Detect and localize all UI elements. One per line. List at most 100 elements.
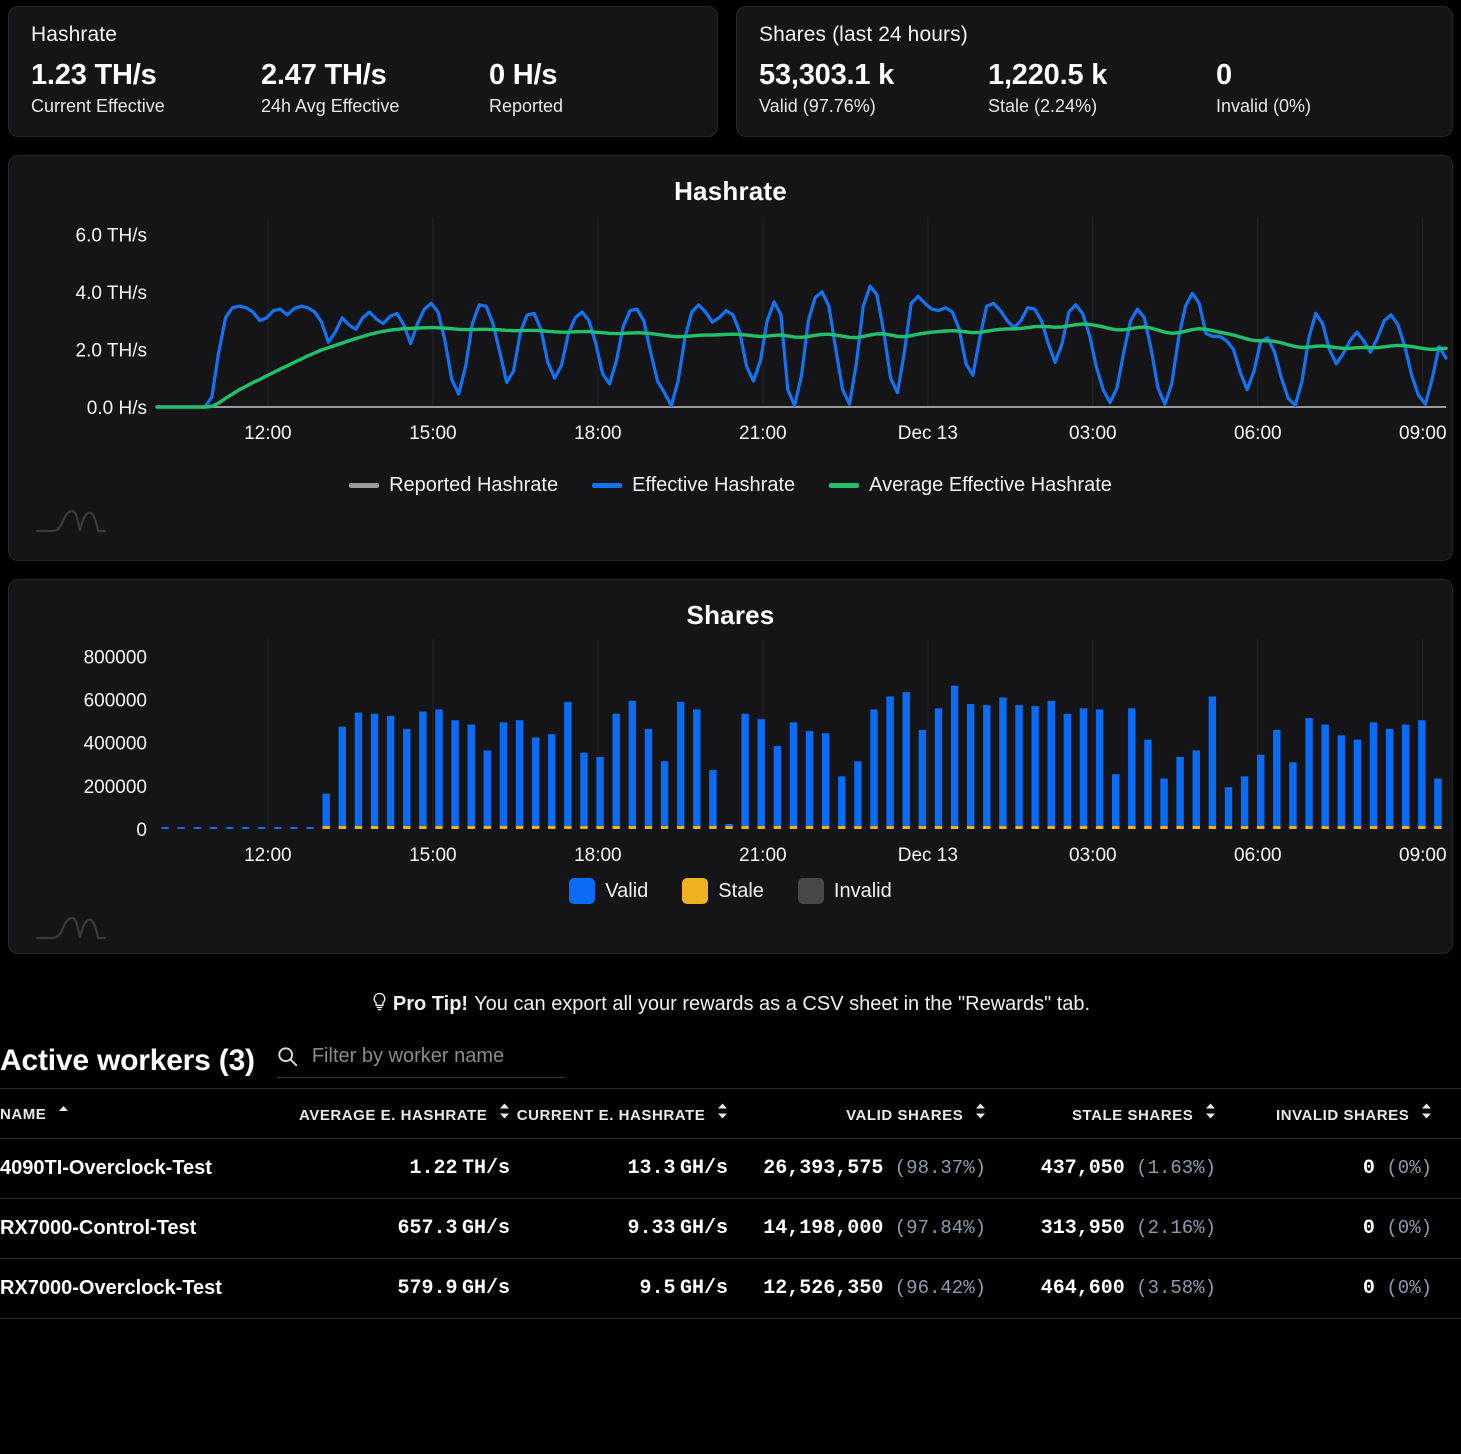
unit: GH/s — [461, 1277, 510, 1301]
svg-text:21:00: 21:00 — [739, 845, 787, 866]
stat-value: 0 — [1216, 59, 1232, 91]
legend-item-stale[interactable]: Stale — [682, 878, 764, 905]
cell-valid-shares: 26,393,575 (98.37%) — [728, 1138, 986, 1200]
percent: (0%) — [1386, 1277, 1432, 1300]
percent: (3.58%) — [1136, 1277, 1216, 1300]
legend-line-icon — [829, 483, 860, 489]
cell-invalid-shares: 0 (0%) — [1216, 1198, 1432, 1260]
column-label: NAME — [0, 1105, 47, 1123]
legend-item-valid[interactable]: Valid — [569, 878, 649, 905]
page-title: Active workers (3) — [0, 1044, 255, 1078]
shares-chart-area[interactable]: 0 200000 400000 600000 800000 12:00 15:00 18:00… — [9, 631, 1452, 876]
value: 9.33 — [627, 1217, 676, 1241]
percent: (96.42%) — [894, 1277, 986, 1300]
column-header-name[interactable]: NAME — [0, 1088, 282, 1140]
legend-line-icon — [592, 483, 623, 489]
stat-value: 0 H/s — [489, 59, 558, 91]
cell-last-seen: 7 — [1432, 1258, 1461, 1320]
svg-text:2.0 TH/s: 2.0 TH/s — [76, 341, 147, 362]
column-label: VALID SHARES — [846, 1107, 964, 1125]
value: 12,526,350 — [763, 1277, 884, 1301]
stat-label: Valid (97.76%) — [759, 96, 876, 117]
table-header: NAME AVERAGE E. HASHRATE CURRENT E. HASH… — [0, 1088, 1461, 1140]
cell-invalid-shares: 0 (0%) — [1216, 1138, 1432, 1200]
unit: GH/s — [679, 1217, 728, 1241]
summary-cards-row: Hashrate 1.23 TH/s Current Effective 2.4… — [0, 0, 1461, 138]
percent: (0%) — [1386, 1217, 1432, 1240]
value: 437,050 — [1040, 1157, 1125, 1181]
cell-current-hashrate: 9.5 GH/s — [510, 1258, 728, 1320]
table-row[interactable]: 4090TI-Overclock-Test 1.22 TH/s 13.3 GH/… — [0, 1138, 1461, 1200]
legend-item-reported-hashrate[interactable]: Reported Hashrate — [349, 474, 558, 497]
stat-label: Stale (2.24%) — [988, 96, 1098, 117]
chart-watermark-hashrate — [9, 497, 1452, 554]
legend-item-average-effective-hashrate[interactable]: Average Effective Hashrate — [829, 474, 1112, 497]
hashrate-line-chart[interactable]: 0.0 H/s 2.0 TH/s 4.0 TH/s 6.0 TH/s 12:00 15:0… — [9, 207, 1454, 467]
stat-24h-avg-effective: 2.47 TH/s 24h Avg Effective — [261, 57, 489, 118]
cell-average-hashrate: 579.9 GH/s — [282, 1258, 510, 1320]
svg-text:15:00: 15:00 — [409, 845, 457, 866]
worker-filter-box[interactable] — [276, 1044, 565, 1079]
svg-text:06:00: 06:00 — [1234, 423, 1282, 444]
cell-last-seen: 7 — [1432, 1198, 1461, 1260]
legend-label: Stale — [718, 879, 764, 902]
shares-stats: 53,303.1 k Valid (97.76%) 1,220.5 k Stal… — [759, 57, 1430, 118]
cell-last-seen: 7 — [1432, 1138, 1461, 1200]
legend-label: Valid — [605, 879, 649, 902]
active-workers-table: NAME AVERAGE E. HASHRATE CURRENT E. HASH… — [0, 1088, 1461, 1320]
shares-summary-card: Shares (last 24 hours) 53,303.1 k Valid … — [736, 6, 1453, 138]
hashrate-stats: 1.23 TH/s Current Effective 2.47 TH/s 24… — [31, 57, 695, 118]
stat-valid-shares: 53,303.1 k Valid (97.76%) — [759, 57, 988, 118]
column-header-last-seen[interactable]: LAST SEEN — [1432, 1088, 1461, 1140]
chart-watermark-shares — [9, 904, 1452, 961]
column-label: STALE SHARES — [1071, 1107, 1194, 1125]
value: 464,600 — [1040, 1277, 1125, 1301]
pro-tip-label: Pro Tip! — [392, 993, 469, 1016]
svg-text:03:00: 03:00 — [1069, 423, 1117, 444]
column-label: AVERAGE E. HASHRATE — [299, 1107, 488, 1125]
stat-value: 2.47 TH/s — [261, 59, 387, 91]
stat-label: Invalid (0%) — [1216, 96, 1312, 117]
stat-label: Current Effective — [31, 96, 165, 117]
svg-text:06:00: 06:00 — [1234, 845, 1282, 866]
legend-label: Effective Hashrate — [632, 474, 796, 497]
shares-bar-chart[interactable]: 0 200000 400000 600000 800000 12:00 15:00 18:00… — [9, 631, 1454, 871]
value: 657.3 — [397, 1217, 458, 1241]
table-row[interactable]: RX7000-Control-Test 657.3 GH/s 9.33 GH/s… — [0, 1198, 1461, 1260]
value: 9.5 — [639, 1277, 676, 1301]
cell-invalid-shares: 0 (0%) — [1216, 1258, 1432, 1320]
stat-label: 24h Avg Effective — [261, 96, 400, 117]
worker-name: 4090TI-Overclock-Test — [0, 1157, 212, 1180]
cell-average-hashrate: 657.3 GH/s — [282, 1198, 510, 1260]
hashrate-chart-area[interactable]: 0.0 H/s 2.0 TH/s 4.0 TH/s 6.0 TH/s 12:00 15:0… — [9, 207, 1452, 472]
svg-text:09:00: 09:00 — [1399, 423, 1447, 444]
legend-item-effective-hashrate[interactable]: Effective Hashrate — [592, 474, 795, 497]
cell-stale-shares: 313,950 (2.16%) — [986, 1198, 1216, 1260]
search-icon — [278, 1047, 297, 1067]
table-row[interactable]: RX7000-Overclock-Test 579.9 GH/s 9.5 GH/… — [0, 1258, 1461, 1320]
percent: (97.84%) — [894, 1217, 986, 1240]
pro-tip-text: You can export all your rewards as a CSV… — [474, 993, 1091, 1016]
svg-text:6.0 TH/s: 6.0 TH/s — [76, 226, 147, 247]
column-header-valid-shares[interactable]: VALID SHARES — [728, 1088, 986, 1140]
column-header-stale-shares[interactable]: STALE SHARES — [986, 1088, 1216, 1140]
legend-item-invalid[interactable]: Invalid — [797, 878, 892, 905]
svg-text:200000: 200000 — [84, 777, 147, 798]
active-workers-header: Active workers (3) — [0, 1028, 1461, 1088]
svg-text:0.0 H/s: 0.0 H/s — [87, 398, 147, 419]
legend-label: Reported Hashrate — [389, 474, 559, 497]
hashrate-chart-legend: Reported Hashrate Effective Hashrate Ave… — [9, 474, 1452, 497]
value: 0 — [1362, 1217, 1375, 1241]
hashrate-card-title: Hashrate — [31, 23, 118, 46]
legend-swatch-icon — [797, 878, 824, 905]
worker-name: RX7000-Control-Test — [0, 1217, 197, 1240]
lightbulb-icon — [373, 993, 386, 1011]
stat-current-effective: 1.23 TH/s Current Effective — [31, 57, 261, 118]
cell-stale-shares: 437,050 (1.63%) — [986, 1138, 1216, 1200]
value: 26,393,575 — [763, 1157, 884, 1181]
column-header-invalid-shares[interactable]: INVALID SHARES — [1216, 1088, 1432, 1140]
table-body: 4090TI-Overclock-Test 1.22 TH/s 13.3 GH/… — [0, 1138, 1461, 1320]
search-input[interactable] — [309, 1044, 555, 1070]
column-header-current-e-hashrate[interactable]: CURRENT E. HASHRATE — [510, 1088, 728, 1140]
column-header-average-e-hashrate[interactable]: AVERAGE E. HASHRATE — [282, 1088, 510, 1140]
